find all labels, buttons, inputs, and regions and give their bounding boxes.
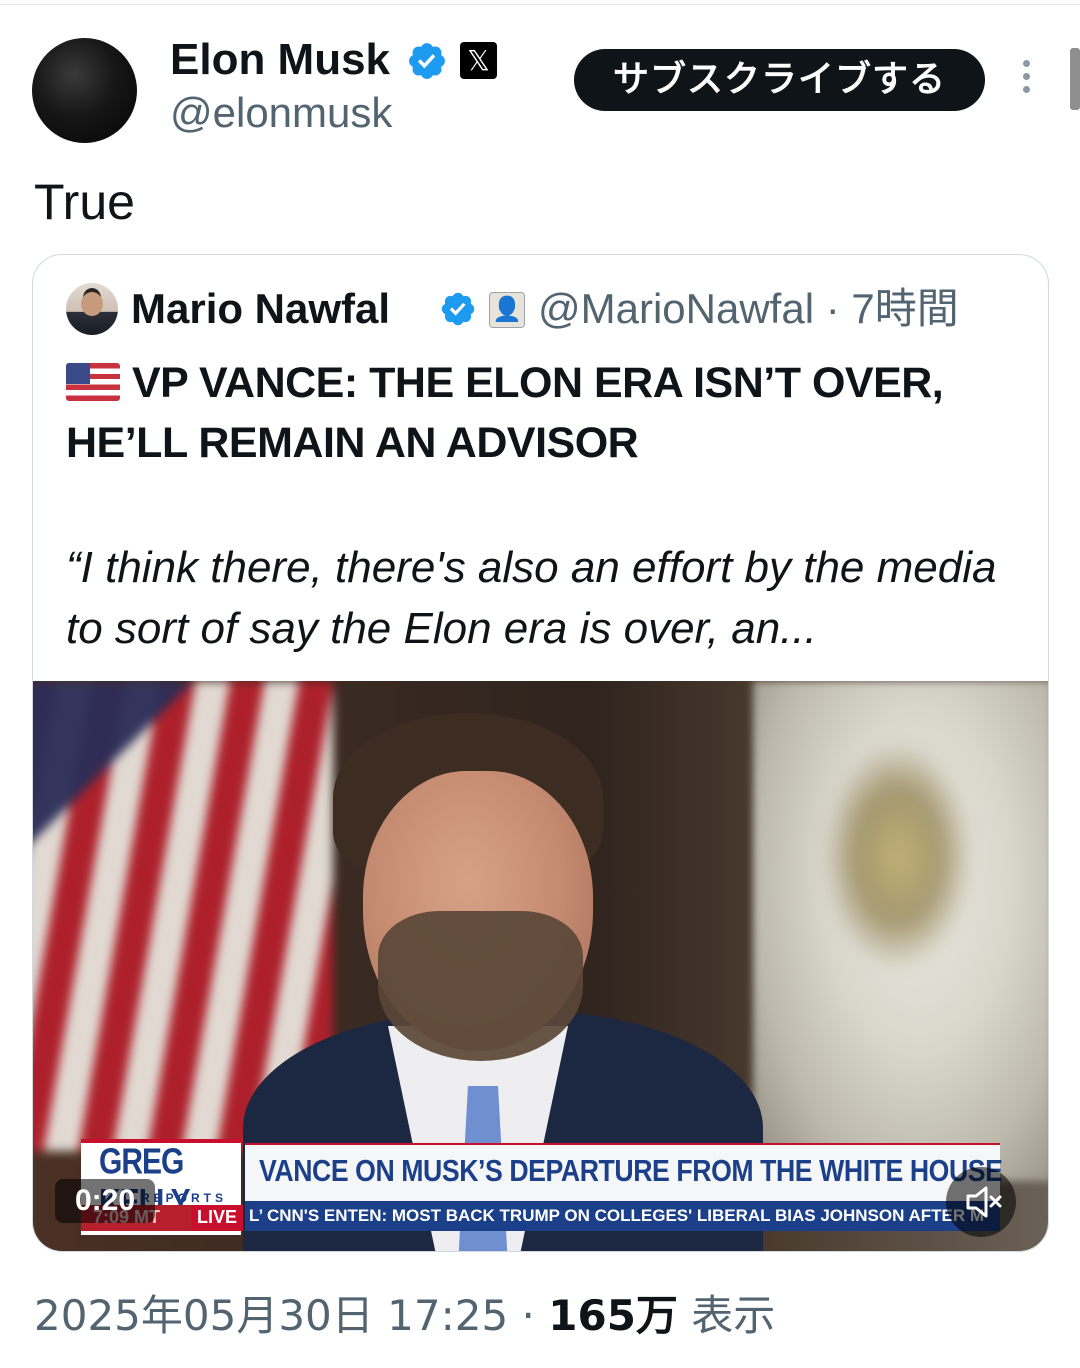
quoted-meta: @MarioNawfal · 7時間	[538, 283, 959, 335]
quoted-author-handle[interactable]: @MarioNawfal	[538, 285, 814, 332]
quoted-author-name[interactable]: Mario Nawfal	[131, 283, 390, 335]
video-person-beard	[378, 911, 583, 1061]
us-flag-icon	[66, 363, 120, 401]
meta-separator: ·	[521, 1291, 535, 1340]
tweet-datetime[interactable]: 2025年05月30日 17:25	[34, 1291, 508, 1340]
author-name[interactable]: Elon Musk	[170, 34, 390, 86]
live-label: LIVE	[196, 1207, 237, 1227]
view-count-label: 表示	[691, 1291, 776, 1340]
live-badge: LIVE	[191, 1205, 243, 1231]
quoted-tweet-card[interactable]: Mario Nawfal 👤 @MarioNawfal · 7時間 VP VAN…	[32, 254, 1049, 1252]
author-avatar[interactable]	[32, 38, 137, 143]
author-handle[interactable]: @elonmusk	[170, 88, 392, 138]
lower-third-headline-bar: VANCE ON MUSK’S DEPARTURE FROM THE WHITE…	[245, 1143, 1003, 1201]
scrollbar[interactable]	[1070, 48, 1080, 110]
quoted-author-avatar[interactable]	[66, 283, 118, 335]
more-options-icon[interactable]	[1016, 60, 1036, 100]
video-player[interactable]: GREG KELLY REPORTS VANCE ON MUSK’S DEPAR…	[33, 681, 1048, 1251]
video-duration: 0:20	[55, 1179, 155, 1223]
verified-badge-icon	[441, 292, 475, 326]
x-logo-icon: 𝕏	[460, 42, 497, 79]
mute-button[interactable]	[946, 1167, 1016, 1237]
affiliate-badge-icon: 👤	[489, 292, 525, 328]
lower-third-headline: VANCE ON MUSK’S DEPARTURE FROM THE WHITE…	[259, 1153, 1003, 1188]
tweet-text: True	[34, 174, 135, 230]
quoted-headline-text: VP VANCE: THE ELON ERA ISN’T OVER, HE’LL…	[66, 359, 944, 467]
quoted-time[interactable]: 7時間	[851, 285, 958, 332]
quoted-quote-text: “I think there, there's also an effort b…	[66, 543, 997, 653]
news-ticker-text: L’ CNN'S ENTEN: MOST BACK TRUMP ON COLLE…	[249, 1206, 985, 1225]
video-bg-seal	[823, 741, 973, 971]
subscribe-button[interactable]: サブスクライブする	[574, 49, 985, 111]
verified-badge-icon[interactable]	[406, 40, 448, 82]
tweet-timestamp: 2025年05月30日 17:25 · 165万 表示	[34, 1288, 775, 1344]
view-count: 165万	[548, 1291, 678, 1340]
quoted-headline: VP VANCE: THE ELON ERA ISN’T OVER, HE’LL…	[66, 353, 1026, 473]
news-ticker: L’ CNN'S ENTEN: MOST BACK TRUMP ON COLLE…	[245, 1201, 1000, 1231]
meta-separator: ·	[825, 285, 840, 332]
mute-icon	[966, 1186, 1002, 1218]
top-divider	[0, 4, 1080, 5]
